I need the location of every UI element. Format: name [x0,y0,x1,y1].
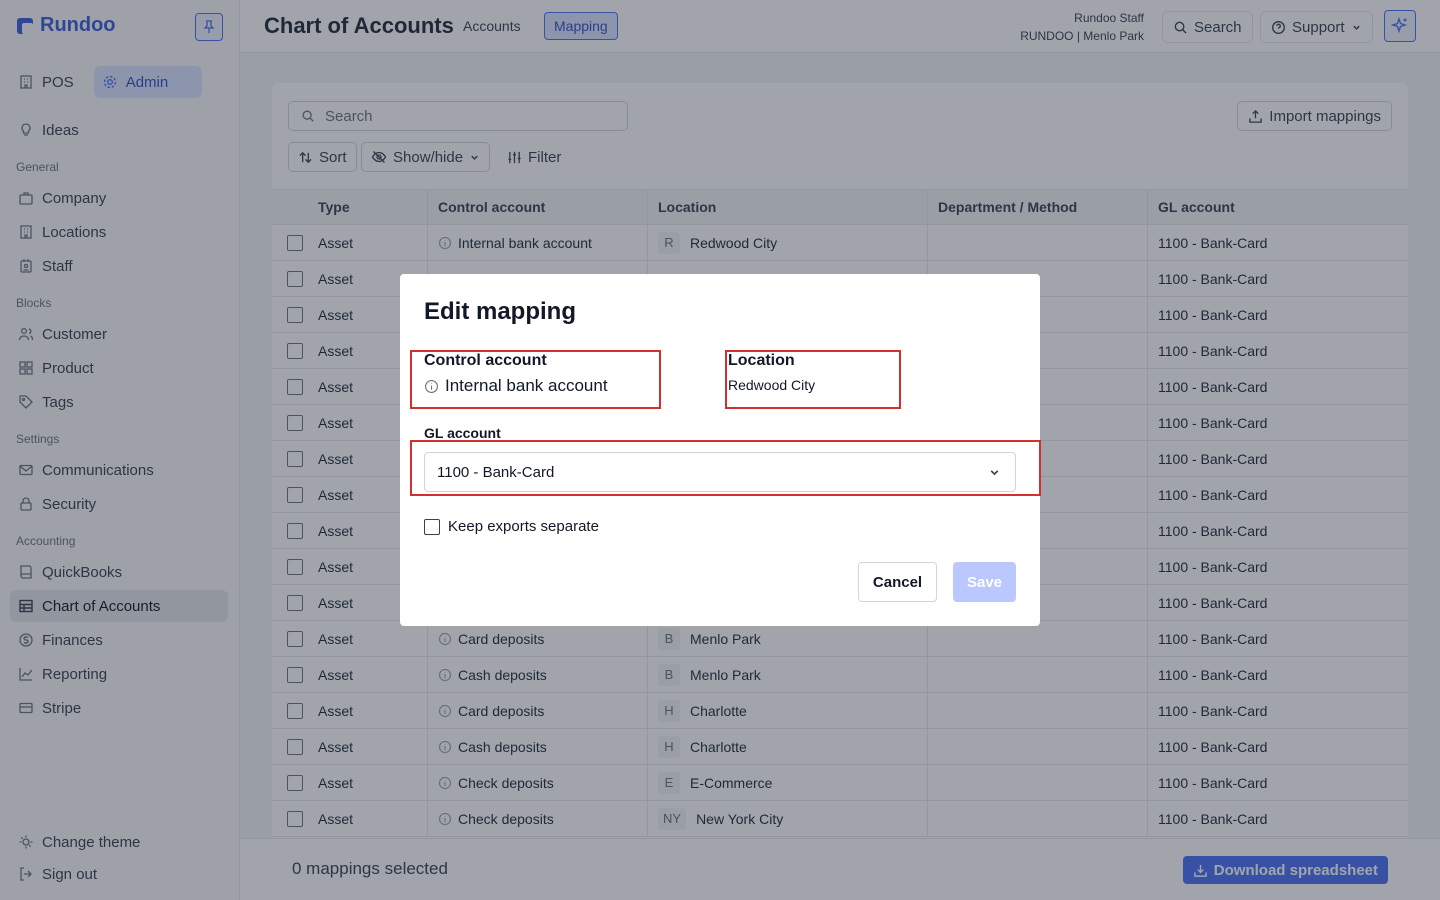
keep-exports-separate-checkbox[interactable] [424,518,440,535]
highlight-gl-account [410,440,1041,496]
gl-account-label: GL account [424,425,501,441]
keep-exports-separate-label: Keep exports separate [448,518,599,535]
save-button[interactable]: Save [953,562,1016,602]
cancel-button[interactable]: Cancel [858,562,937,602]
highlight-control-account [410,350,661,409]
modal-title: Edit mapping [424,298,576,325]
keep-exports-separate-row[interactable]: Keep exports separate [424,518,599,535]
highlight-location [725,350,901,409]
